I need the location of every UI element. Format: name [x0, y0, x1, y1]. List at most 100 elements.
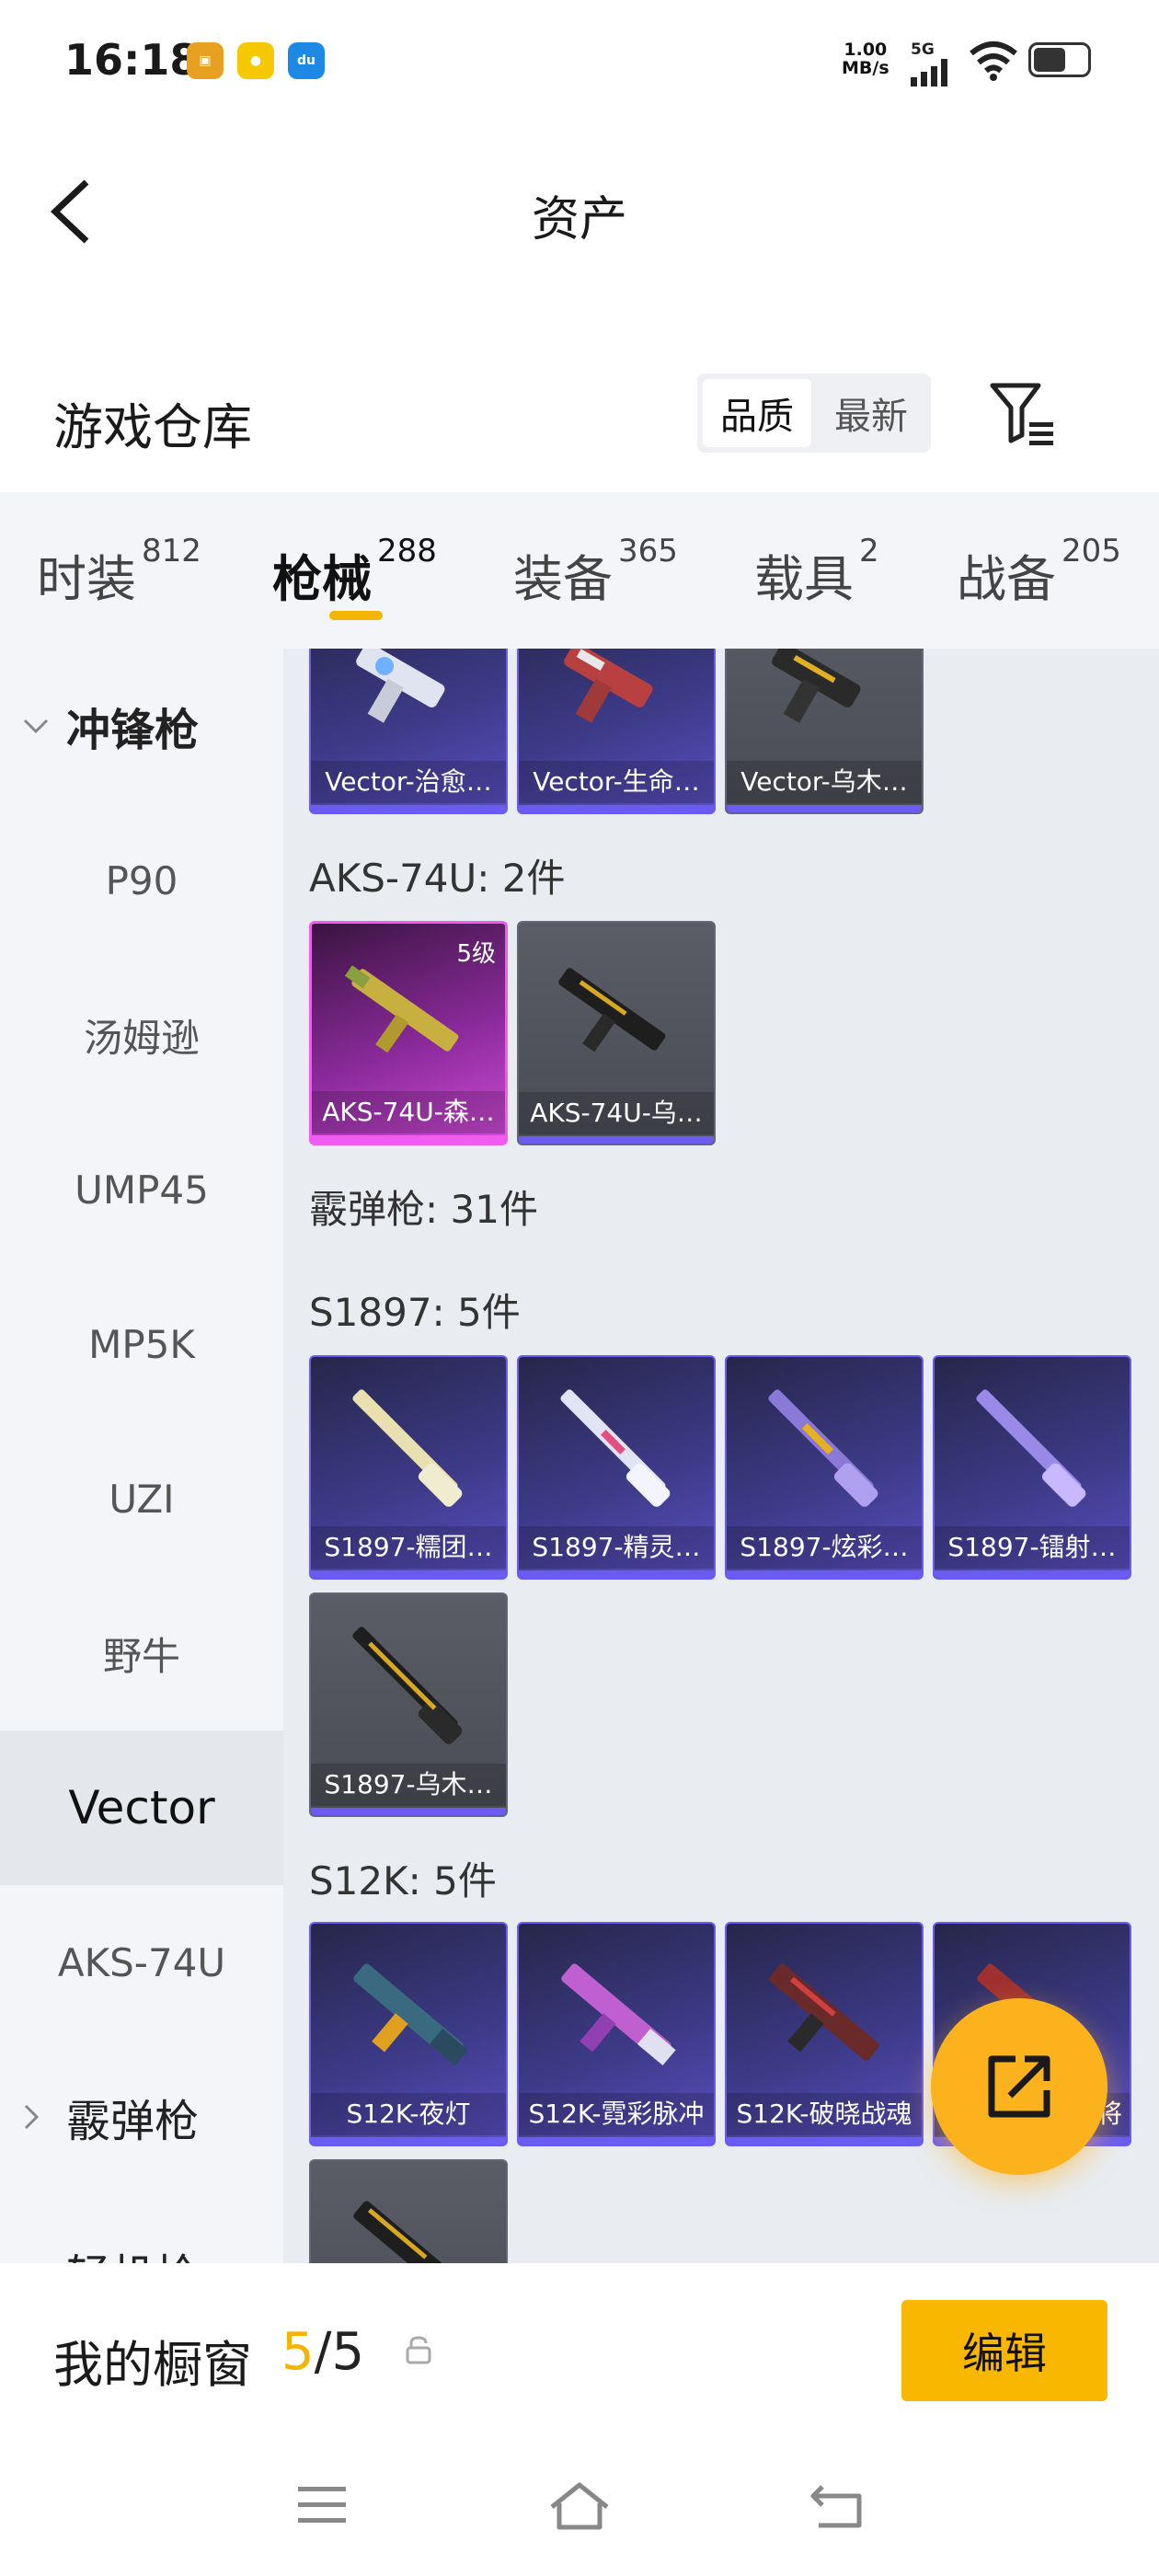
- level-badge: 5级: [456, 940, 496, 968]
- weapon-card[interactable]: S12K-破晓战魂: [725, 1922, 924, 2146]
- active-tab-indicator: [329, 611, 383, 620]
- share-button[interactable]: [931, 1998, 1107, 2175]
- menu-icon[interactable]: [296, 2479, 348, 2531]
- weapon-card[interactable]: S1897-镭射…: [933, 1355, 1131, 1580]
- weapon-card-label: S12K-破晓战魂: [727, 2093, 922, 2135]
- tab-count: 365: [618, 533, 678, 569]
- s1897-skin-image: [976, 1389, 1086, 1507]
- s12k-skin-image: [353, 1963, 468, 2066]
- section-title: 游戏仓库: [53, 398, 252, 456]
- rarity-bar: [311, 1808, 506, 1815]
- home-icon[interactable]: [548, 2479, 611, 2531]
- s1897-skin-image: [352, 1627, 463, 1744]
- showcase-separator: /: [314, 2322, 332, 2382]
- share-external-icon: [988, 2055, 1050, 2118]
- sidebar-item-vector[interactable]: Vector: [0, 1731, 283, 1885]
- weapon-card[interactable]: Vector-治愈…: [309, 649, 508, 814]
- app-notification-icon-2: ●: [237, 42, 274, 79]
- sort-quality-button[interactable]: 品质: [703, 379, 811, 447]
- weapon-card-label: AKS-74U-乌…: [519, 1092, 714, 1134]
- weapon-card-label: S12K-夜灯: [311, 2093, 506, 2135]
- weapon-card[interactable]: 5级 AKS-74U-森…: [309, 921, 508, 1145]
- weapon-card[interactable]: AKS-74U-乌…: [517, 921, 716, 1145]
- weapon-group-title: S1897: 5件: [309, 1290, 521, 1335]
- sidebar-item-uzi[interactable]: UZI: [0, 1421, 283, 1576]
- weapon-card-label: S12K-霓彩脉冲: [519, 2093, 714, 2135]
- s12k-skin-image: [561, 1963, 676, 2066]
- tab-supplies[interactable]: 战备 205: [957, 533, 1121, 611]
- tab-label: 载具: [754, 550, 854, 608]
- weapon-card[interactable]: S12K-夜灯: [309, 1922, 508, 2146]
- weapon-card[interactable]: S1897-糯团…: [309, 1355, 508, 1580]
- weapon-group-title: S12K: 5件: [309, 1858, 497, 1903]
- back-nav-icon[interactable]: [809, 2479, 865, 2531]
- vector-skin-image: [564, 649, 653, 723]
- aks74u-skin-image: [558, 968, 666, 1052]
- tab-equipment[interactable]: 装备 365: [513, 533, 678, 611]
- weapon-card-label: AKS-74U-森…: [312, 1091, 505, 1133]
- tab-label: 枪械: [272, 550, 372, 608]
- sidebar-category-smg[interactable]: 冲锋枪: [0, 649, 283, 803]
- vector-skin-image: [356, 649, 445, 723]
- rarity-bar: [311, 805, 506, 812]
- sidebar-item-aks74u[interactable]: AKS-74U: [0, 1885, 283, 2040]
- s12k-skin-image: [769, 1963, 879, 2061]
- battery-icon: [1028, 42, 1091, 77]
- vector-skin-image: [772, 649, 861, 723]
- weapon-card-label: Vector-乌木…: [727, 761, 922, 803]
- status-time: 16:18: [64, 35, 200, 85]
- weapon-card[interactable]: S1897-精灵…: [517, 1355, 716, 1580]
- edit-button[interactable]: 编辑: [901, 2300, 1107, 2401]
- sidebar-category-lmg[interactable]: 轻机枪: [0, 2194, 283, 2263]
- tab-fashion[interactable]: 时装 812: [37, 533, 201, 611]
- weapon-card-label: S1897-镭射…: [935, 1526, 1130, 1569]
- sidebar-item-thompson[interactable]: 汤姆逊: [0, 958, 283, 1112]
- weapon-card[interactable]: S1897-炫彩…: [725, 1355, 924, 1580]
- rarity-bar: [935, 1570, 1130, 1578]
- sidebar-item-mp5k[interactable]: MP5K: [0, 1267, 283, 1421]
- weapon-group-title: AKS-74U: 2件: [309, 856, 566, 901]
- category-tabs: 时装 812 枪械 288 装备 365 载具 2 战备 205: [0, 492, 1159, 649]
- tab-count: 288: [377, 533, 437, 569]
- weapon-card-label: S1897-炫彩…: [727, 1526, 922, 1569]
- app-notification-icon-3: du: [288, 42, 325, 79]
- rarity-bar: [312, 1135, 505, 1143]
- weapon-card[interactable]: S12K-霓彩脉冲: [517, 1922, 716, 2146]
- sidebar-category-label: 冲锋枪: [66, 705, 200, 756]
- s12k-skin-image: [353, 2201, 464, 2263]
- weapon-card[interactable]: S1897-乌木…: [309, 1593, 508, 1817]
- wifi-icon: [970, 41, 1017, 81]
- rarity-bar: [727, 1570, 922, 1578]
- weapon-card[interactable]: Vector-乌木…: [725, 649, 924, 814]
- sort-latest-button[interactable]: 最新: [817, 379, 925, 447]
- rarity-bar: [519, 805, 714, 812]
- weapon-card[interactable]: Vector-生命…: [517, 649, 716, 814]
- sidebar-item-bizon[interactable]: 野牛: [0, 1576, 283, 1731]
- rarity-bar: [311, 1570, 506, 1578]
- status-bar: 16:18 ▣ ● du 1.00 MB/s 5G: [0, 0, 1159, 129]
- rarity-bar: [519, 1570, 714, 1578]
- net-speed: 1.00 MB/s: [842, 40, 889, 77]
- weapon-category-title: 霰弹枪: 31件: [309, 1187, 538, 1232]
- showcase-total: 5: [331, 2322, 365, 2382]
- sidebar-item-p90[interactable]: P90: [0, 803, 283, 958]
- signal-icon: 5G: [911, 40, 955, 91]
- weapon-card-label: S1897-糯团…: [311, 1526, 506, 1569]
- chevron-down-icon: [23, 719, 49, 734]
- weapon-category-sidebar: 冲锋枪 P90 汤姆逊 UMP45 MP5K UZI 野牛 Vector AKS…: [0, 649, 283, 2263]
- signal-bars-icon: [911, 59, 947, 86]
- chevron-right-icon: [24, 2104, 40, 2130]
- app-notification-icon-1: ▣: [187, 42, 224, 79]
- tab-weapons[interactable]: 枪械 288: [272, 533, 437, 611]
- tab-count: 2: [859, 533, 879, 569]
- sidebar-category-shotgun[interactable]: 霰弹枪: [0, 2040, 283, 2194]
- weapon-card[interactable]: [309, 2159, 508, 2263]
- showcase-count: 5/5: [281, 2322, 364, 2382]
- s1897-skin-image: [560, 1389, 671, 1507]
- filter-icon[interactable]: [989, 382, 1059, 446]
- page-title: 资产: [531, 192, 627, 247]
- showcase-current: 5: [281, 2322, 315, 2382]
- sidebar-item-ump45[interactable]: UMP45: [0, 1112, 283, 1267]
- s1897-skin-image: [768, 1389, 878, 1507]
- tab-vehicles[interactable]: 载具 2: [754, 533, 879, 611]
